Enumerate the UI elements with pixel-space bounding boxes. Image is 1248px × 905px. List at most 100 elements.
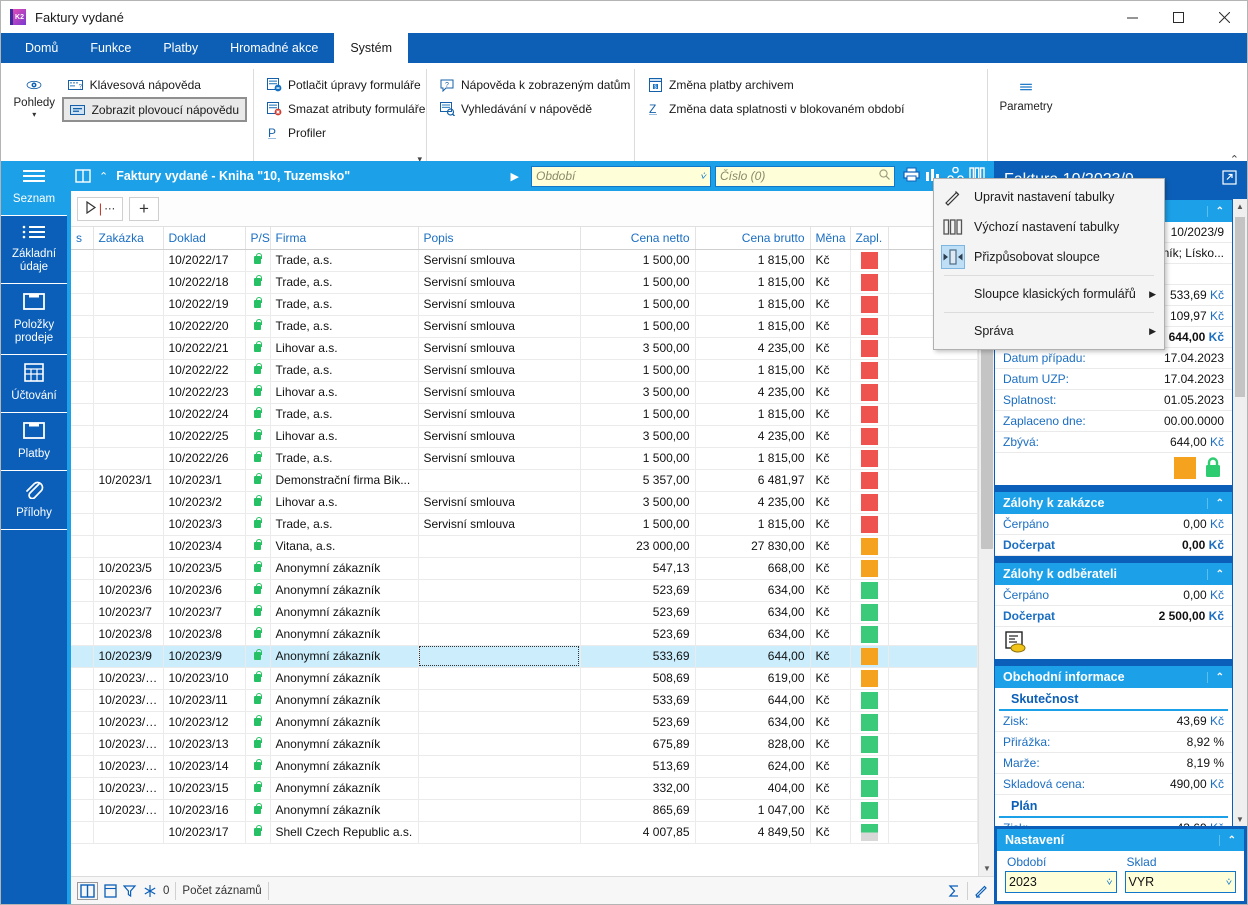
cell-s[interactable] [71,315,94,338]
cell-popis[interactable]: Servisní smlouva [418,513,581,536]
cell-cena-brutto[interactable]: 624,00 [695,755,811,778]
detail-vertical-scrollbar[interactable]: ▲ ▼ [1233,199,1247,826]
cell-popis[interactable]: Servisní smlouva [418,315,581,338]
cell-filler[interactable] [888,513,978,536]
cell-filler[interactable] [888,755,978,778]
cell-firma[interactable]: Lihovar a.s. [270,491,419,514]
table-row[interactable]: 10/2023/10 10/2023/10 Anonymní zákazník 508… [71,667,978,690]
filter-icon[interactable] [123,884,137,898]
cell-filler[interactable] [888,667,978,690]
detail-card-header[interactable]: Zálohy k zakázce ⌃ [995,492,1232,514]
chevron-up-icon[interactable]: ⌃ [1206,568,1224,580]
cell-doklad[interactable]: 10/2022/18 [163,271,246,294]
parametry-button[interactable]: Parametry [995,69,1057,113]
context-menu-item[interactable]: Správa ▶ [934,316,1164,346]
cell-doklad[interactable]: 10/2023/1 [163,469,246,492]
cell-cena-brutto[interactable]: 4 235,00 [695,425,811,448]
cell-s[interactable] [71,381,94,404]
cell-firma[interactable]: Trade, a.s. [270,447,419,470]
cell-mena[interactable]: Kč [810,689,851,712]
smazat-atributy-formulare-button[interactable]: Smazat atributy formuláře [260,97,431,121]
cell-mena[interactable]: Kč [810,249,851,272]
sidebar-item-uctovani[interactable]: Účtování [1,355,67,413]
table-row[interactable]: 10/2022/19 Trade, a.s. Servisní smlouva 1 5… [71,293,978,316]
cell-doklad[interactable]: 10/2023/13 [163,733,246,756]
cell-firma[interactable]: Trade, a.s. [270,359,419,382]
cell-cena-brutto[interactable]: 1 815,00 [695,315,811,338]
cell-zapl[interactable] [850,799,889,822]
snowflake-icon[interactable] [143,884,157,898]
cell-cena-netto[interactable]: 513,69 [580,755,696,778]
cell-doklad[interactable]: 10/2022/25 [163,425,246,448]
scroll-down-icon[interactable]: ▼ [979,860,994,876]
cell-s[interactable] [71,689,94,712]
tab-system[interactable]: Systém [334,33,409,63]
cell-ps[interactable] [245,799,271,822]
cell-cena-brutto[interactable]: 634,00 [695,623,811,646]
cell-firma[interactable]: Anonymní zákazník [270,667,419,690]
table-row[interactable]: 10/2023/16 10/2023/16 Anonymní zákazník 865… [71,799,978,822]
cell-ps[interactable] [245,315,271,338]
table-row[interactable]: 10/2023/9 10/2023/9 Anonymní zákazník 533,6… [71,645,978,668]
cell-mena[interactable]: Kč [810,667,851,690]
cell-firma[interactable]: Anonymní zákazník [270,579,419,602]
cell-ps[interactable] [245,777,271,800]
cell-popis[interactable] [418,645,581,668]
cell-ps[interactable] [245,821,271,844]
cell-ps[interactable] [245,535,271,558]
table-row[interactable]: 10/2022/26 Trade, a.s. Servisní smlouva 1 5… [71,447,978,470]
cell-filler[interactable] [888,579,978,602]
cell-zapl[interactable] [850,579,889,602]
cell-ps[interactable] [245,623,271,646]
cell-cena-netto[interactable]: 5 357,00 [580,469,696,492]
tab-platby[interactable]: Platby [147,33,214,63]
cell-s[interactable] [71,733,94,756]
cell-cena-netto[interactable]: 1 500,00 [580,513,696,536]
cell-popis[interactable] [418,755,581,778]
cell-filler[interactable] [888,557,978,580]
cell-zapl[interactable] [850,667,889,690]
cell-cena-brutto[interactable]: 404,00 [695,777,811,800]
cell-doklad[interactable]: 10/2023/7 [163,601,246,624]
cell-ps[interactable] [245,711,271,734]
dropdown-icon[interactable]: ⩒ [700,171,706,182]
cell-doklad[interactable]: 10/2023/15 [163,777,246,800]
table-row[interactable]: 10/2023/2 Lihovar a.s. Servisní smlouva 3 5… [71,491,978,514]
cell-firma[interactable]: Lihovar a.s. [270,425,419,448]
cell-s[interactable] [71,557,94,580]
cell-firma[interactable]: Anonymní zákazník [270,755,419,778]
cell-cena-brutto[interactable]: 27 830,00 [695,535,811,558]
cell-s[interactable] [71,711,94,734]
cell-firma[interactable]: Anonymní zákazník [270,799,419,822]
cell-zakazka[interactable] [93,491,164,514]
cell-zapl[interactable] [850,293,889,316]
sidebar-item-platby[interactable]: Platby [1,413,67,471]
table-row[interactable]: 10/2023/11 10/2023/11 Anonymní zákazník 533… [71,689,978,712]
table-row[interactable]: 10/2023/3 Trade, a.s. Servisní smlouva 1 50… [71,513,978,536]
cell-s[interactable] [71,293,94,316]
cell-cena-netto[interactable]: 1 500,00 [580,315,696,338]
cell-cena-brutto[interactable]: 4 849,50 [695,821,811,844]
cell-firma[interactable]: Anonymní zákazník [270,689,419,712]
cell-mena[interactable]: Kč [810,381,851,404]
cell-s[interactable] [71,425,94,448]
cell-cena-netto[interactable]: 533,69 [580,689,696,712]
cell-cena-netto[interactable]: 523,69 [580,623,696,646]
table-row[interactable]: 10/2023/6 10/2023/6 Anonymní zákazník 523,6… [71,579,978,602]
context-menu-item[interactable]: Upravit nastavení tabulky [934,182,1164,212]
cell-doklad[interactable]: 10/2023/16 [163,799,246,822]
cell-mena[interactable]: Kč [810,799,851,822]
cell-zakazka[interactable] [93,513,164,536]
cell-zapl[interactable] [850,711,889,734]
cell-cena-brutto[interactable]: 644,00 [695,645,811,668]
cell-s[interactable] [71,667,94,690]
cell-zakazka[interactable] [93,381,164,404]
sidebar-item-polozky-prodeje[interactable]: Položky prodeje [1,284,67,355]
cell-cena-netto[interactable]: 1 500,00 [580,403,696,426]
cell-mena[interactable]: Kč [810,733,851,756]
cell-doklad[interactable]: 10/2022/21 [163,337,246,360]
cell-zapl[interactable] [850,249,889,272]
cell-zakazka[interactable]: 10/2023/15 [93,777,164,800]
cell-cena-netto[interactable]: 675,89 [580,733,696,756]
sidebar-item-zakladni-udaje[interactable]: Základní údaje [1,216,67,284]
